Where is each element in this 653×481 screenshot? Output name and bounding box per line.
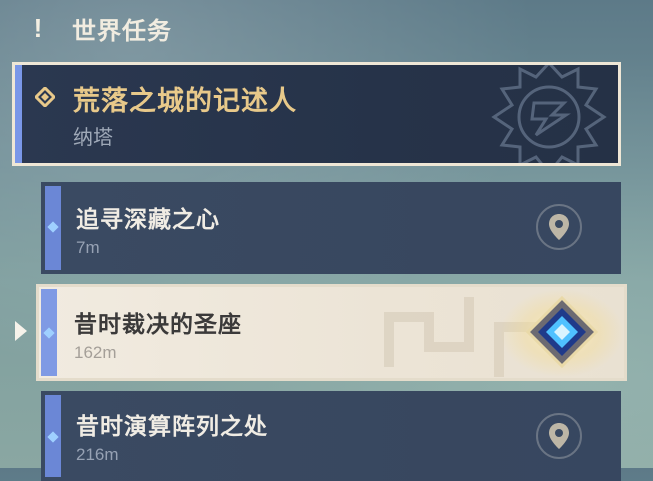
quest-region: 纳塔 [73,127,113,149]
objective-title: 追寻深藏之心 [76,206,220,232]
exclamation-icon: ! [33,12,43,43]
map-pin-button[interactable] [536,204,582,250]
objective-distance: 7m [76,238,100,257]
world-quest-header: ! 世界任务 [26,10,172,46]
map-pin-icon [549,423,569,449]
tracking-diamond-icon[interactable] [496,288,624,378]
selected-indicator-icon [15,321,27,341]
objective-title: 昔时演算阵列之处 [76,413,268,439]
natlan-emblem-icon [491,65,607,163]
map-pin-icon [549,214,569,240]
objective-item[interactable]: 追寻深藏之心 7m [41,182,621,274]
quest-diamond-icon [35,87,55,107]
quest-title: 荒落之城的记述人 [73,86,297,116]
quest-accent-bar [15,65,22,163]
objective-title: 昔时裁决的圣座 [74,311,242,337]
objective-distance: 162m [74,343,117,362]
objective-distance: 216m [76,445,119,464]
section-title: 世界任务 [72,17,172,45]
quest-card[interactable]: 荒落之城的记述人 纳塔 [12,62,621,166]
map-pin-button[interactable] [536,413,582,459]
